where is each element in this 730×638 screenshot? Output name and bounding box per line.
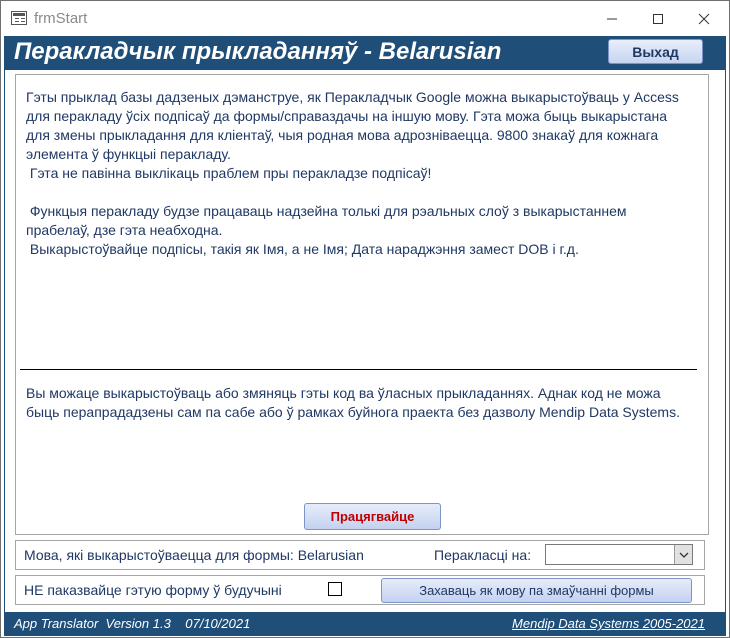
- dropdown-button[interactable]: [674, 545, 692, 564]
- app-version-info: App Translator Version 1.3 07/10/2021: [14, 616, 251, 631]
- translate-to-label: Перакласці на:: [434, 547, 532, 563]
- close-icon: [698, 13, 710, 24]
- form-icon: [11, 11, 27, 25]
- intro-paragraph: Функцыя перакладу будзе працаваць надзей…: [26, 203, 631, 238]
- close-button[interactable]: [681, 1, 727, 36]
- do-not-show-checkbox[interactable]: [328, 582, 342, 596]
- current-language-label: Мова, які выкарыстоўваецца для формы: Be…: [24, 547, 364, 563]
- window-title: frmStart: [34, 10, 88, 27]
- maximize-icon: [653, 13, 663, 24]
- intro-text: Гэты прыклад базы дадзеных дэманструе, я…: [26, 88, 694, 259]
- do-not-show-label: НЕ паказвайце гэтую форму ў будучыні: [24, 582, 282, 598]
- language-row: Мова, які выкарыстоўваецца для формы: Be…: [15, 540, 705, 570]
- info-panel: Гэты прыклад базы дадзеных дэманструе, я…: [15, 74, 709, 535]
- chevron-down-icon: [679, 552, 688, 558]
- intro-paragraph: Гэты прыклад базы дадзеных дэманструе, я…: [26, 89, 683, 162]
- form-header: Перакладчык прыкладанняў - Belarusian Вы…: [4, 36, 726, 70]
- minimize-button[interactable]: [589, 1, 635, 36]
- translate-to-select[interactable]: [545, 544, 693, 565]
- exit-button[interactable]: Выхад: [608, 39, 703, 64]
- maximize-button[interactable]: [635, 1, 681, 36]
- license-text: Вы можаце выкарыстоўваць або змяняць гэт…: [26, 385, 680, 420]
- options-row: НЕ паказвайце гэтую форму ў будучыні Зах…: [15, 575, 705, 605]
- intro-paragraph: [26, 183, 694, 202]
- minimize-icon: [607, 18, 617, 19]
- app-window: frmStart Перакладчык прыкладанняў - Bela…: [0, 0, 730, 638]
- title-bar[interactable]: frmStart: [1, 1, 729, 36]
- intro-paragraph: Выкарыстоўвайце подпісы, такія як Імя, а…: [26, 241, 579, 257]
- save-default-language-button[interactable]: Захаваць як мову па змаўчанні формы: [381, 578, 692, 603]
- company-link[interactable]: Mendip Data Systems 2005-2021: [512, 616, 705, 631]
- continue-button[interactable]: Працягвайце: [304, 503, 441, 530]
- form-footer: App Translator Version 1.3 07/10/2021 Me…: [4, 612, 726, 636]
- intro-paragraph: Гэта не павінна выклікаць праблем пры пе…: [26, 165, 432, 181]
- form-body: Гэты прыклад базы дадзеных дэманструе, я…: [4, 70, 726, 612]
- divider: [20, 369, 697, 370]
- page-title: Перакладчык прыкладанняў - Belarusian: [14, 38, 502, 65]
